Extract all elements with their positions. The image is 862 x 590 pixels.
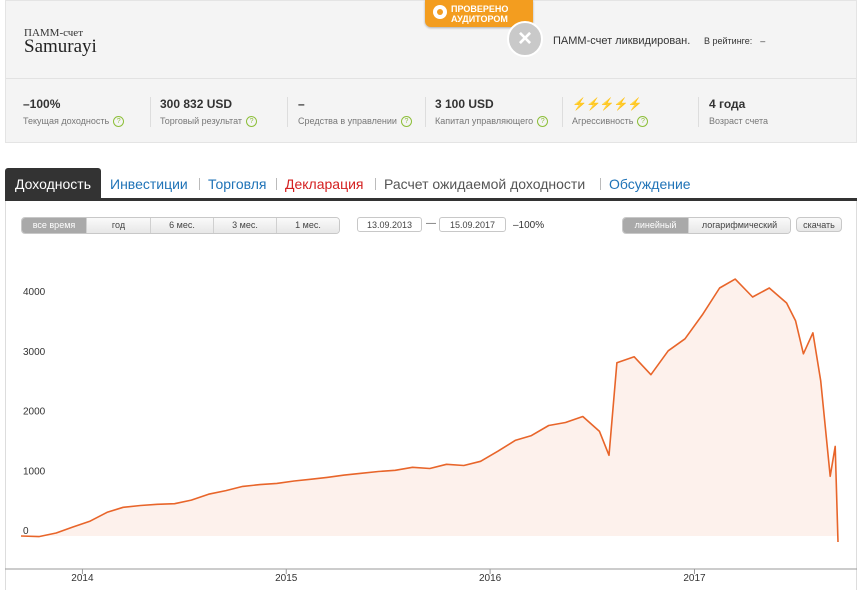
scale-linear[interactable]: линейный [623, 218, 688, 233]
tab-separator [375, 178, 376, 190]
tab-yield[interactable]: Доходность [5, 168, 101, 198]
y-tick-label: 3000 [23, 347, 46, 358]
rating-info: В рейтинге: – [704, 36, 766, 46]
y-tick-label: 0 [23, 526, 29, 537]
help-icon[interactable]: ? [113, 116, 125, 128]
date-to-input[interactable]: 15.09.2017 [439, 217, 506, 232]
help-icon[interactable]: ? [637, 116, 649, 128]
account-name: Samurayi [24, 36, 97, 57]
date-from-input[interactable]: 13.09.2013 [357, 217, 422, 232]
liquidated-status: ПАММ-счет ликвидирован. [553, 35, 691, 47]
tab-discussion[interactable]: Обсуждение [609, 168, 691, 198]
yield-chart: 0 1000 2000 3000 4000 2014 2015 2016 2017 [5, 278, 857, 584]
chart-area-fill [21, 279, 838, 542]
period-year[interactable]: год [86, 218, 150, 233]
close-icon: × [507, 21, 543, 57]
period-3-months[interactable]: 3 мес. [213, 218, 276, 233]
range-yield-value: –100% [513, 220, 545, 231]
x-tick-label: 2015 [275, 573, 298, 584]
tab-declaration[interactable]: Декларация [285, 168, 364, 198]
help-icon[interactable]: ? [537, 116, 549, 128]
y-tick-label: 4000 [23, 287, 46, 298]
x-tick-label: 2014 [71, 573, 94, 584]
medal-icon [433, 5, 447, 19]
stat-aggressiveness: ⚡⚡⚡⚡⚡ Агрессивность? [572, 97, 707, 128]
tab-separator [199, 178, 200, 190]
tab-bar: Доходность Инвестиции Торговля Деклараци… [5, 168, 857, 201]
y-tick-label: 1000 [23, 466, 46, 477]
period-all-time[interactable]: все время [22, 218, 86, 233]
period-selector: все время год 6 мес. 3 мес. 1 мес. [21, 217, 340, 234]
stat-manager-capital: 3 100 USD Капитал управляющего? [435, 97, 570, 128]
help-icon[interactable]: ? [246, 116, 258, 128]
x-tick-label: 2017 [683, 573, 706, 584]
tab-trading[interactable]: Торговля [208, 168, 266, 198]
stat-separator [425, 97, 426, 127]
scale-selector: линейный логарифмический [622, 217, 791, 234]
tab-investments[interactable]: Инвестиции [110, 168, 188, 198]
stat-account-age: 4 года Возраст счета [709, 97, 768, 126]
stat-current-yield: –100% Текущая доходность? [23, 97, 158, 128]
help-icon[interactable]: ? [400, 116, 412, 128]
period-1-month[interactable]: 1 мес. [276, 218, 339, 233]
scale-logarithmic[interactable]: логарифмический [688, 218, 790, 233]
stat-separator [287, 97, 288, 127]
tab-expected-yield[interactable]: Расчет ожидаемой доходности [384, 168, 585, 198]
download-button[interactable]: скачать [796, 217, 842, 232]
x-tick-label: 2016 [479, 573, 502, 584]
tab-separator [600, 178, 601, 190]
date-range-dash: — [426, 218, 436, 229]
stat-separator [562, 97, 563, 127]
stat-funds-managed: – Средства в управлении? [298, 97, 433, 128]
tab-separator [276, 178, 277, 190]
period-6-months[interactable]: 6 мес. [150, 218, 213, 233]
stats-divider [6, 78, 856, 79]
stat-separator [150, 97, 151, 127]
stat-separator [698, 97, 699, 127]
y-tick-label: 2000 [23, 407, 46, 418]
lightning-icon: ⚡⚡⚡⚡⚡ [572, 97, 643, 111]
stat-trading-result: 300 832 USD Торговый результат? [160, 97, 295, 128]
